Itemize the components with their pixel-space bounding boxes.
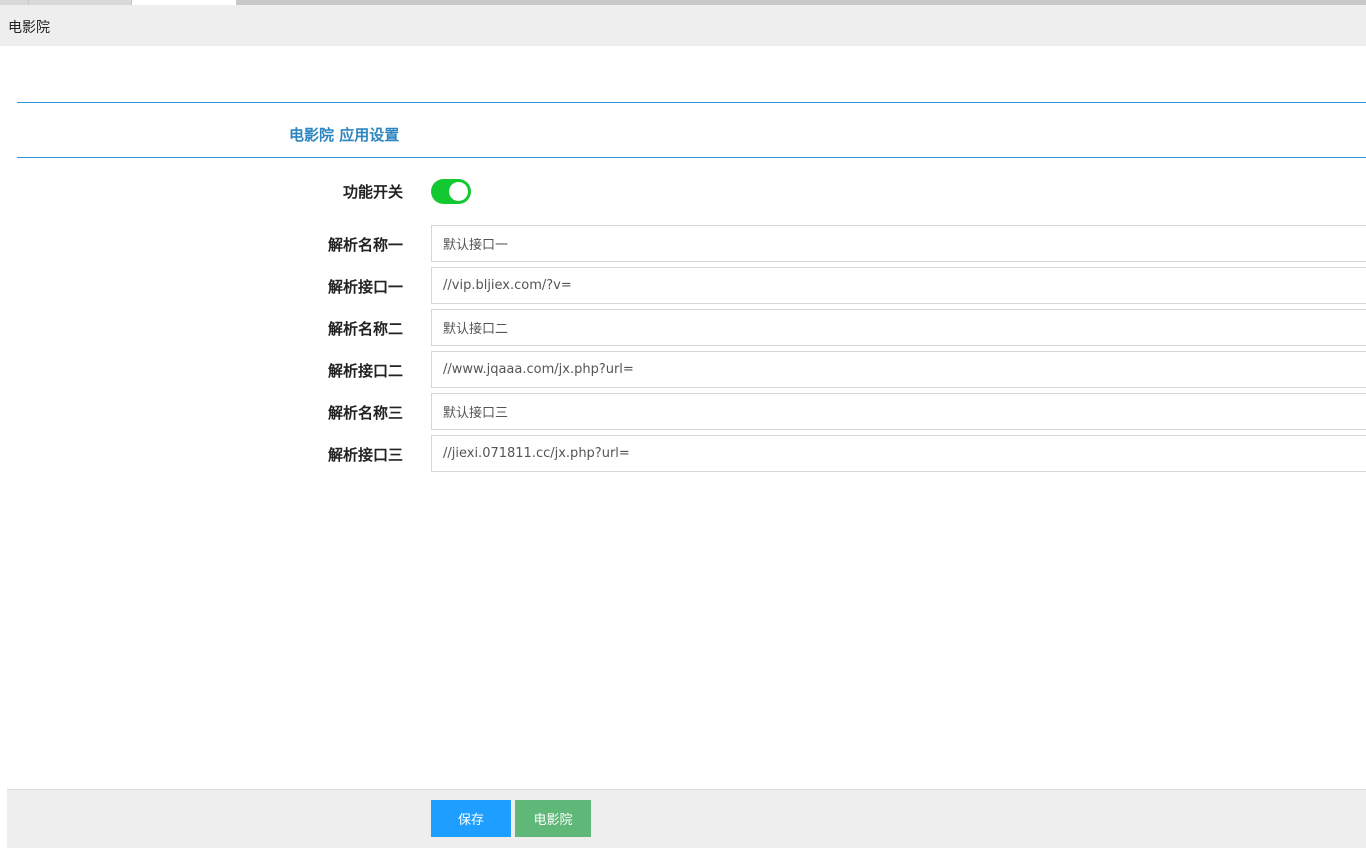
parse-api-2-input[interactable] (431, 351, 1366, 388)
field-label-api-1: 解析接口一 (327, 278, 403, 296)
section-title: 电影院 应用设置 (289, 126, 400, 144)
field-label-name-2: 解析名称二 (327, 320, 403, 338)
save-button[interactable]: 保存 (431, 800, 511, 837)
field-label-api-3: 解析接口三 (327, 446, 403, 464)
field-label-api-2: 解析接口二 (327, 362, 403, 380)
parse-name-3-input[interactable] (431, 393, 1366, 430)
parse-name-2-input[interactable] (431, 309, 1366, 346)
feature-toggle[interactable] (431, 179, 471, 204)
app-button[interactable]: 电影院 (515, 800, 591, 837)
page-title: 电影院 (8, 20, 50, 36)
breadcrumb: 电影院 (0, 5, 1366, 46)
parse-api-1-input[interactable] (431, 267, 1366, 304)
section-divider-top (17, 102, 1366, 103)
section-divider-bottom (17, 157, 1366, 158)
switch-label: 功能开关 (342, 183, 403, 201)
field-label-name-3: 解析名称三 (327, 404, 403, 422)
footer-bar (7, 789, 1366, 848)
field-label-name-1: 解析名称一 (327, 236, 403, 254)
toggle-knob (449, 182, 468, 201)
parse-name-1-input[interactable] (431, 225, 1366, 262)
parse-api-3-input[interactable] (431, 435, 1366, 472)
